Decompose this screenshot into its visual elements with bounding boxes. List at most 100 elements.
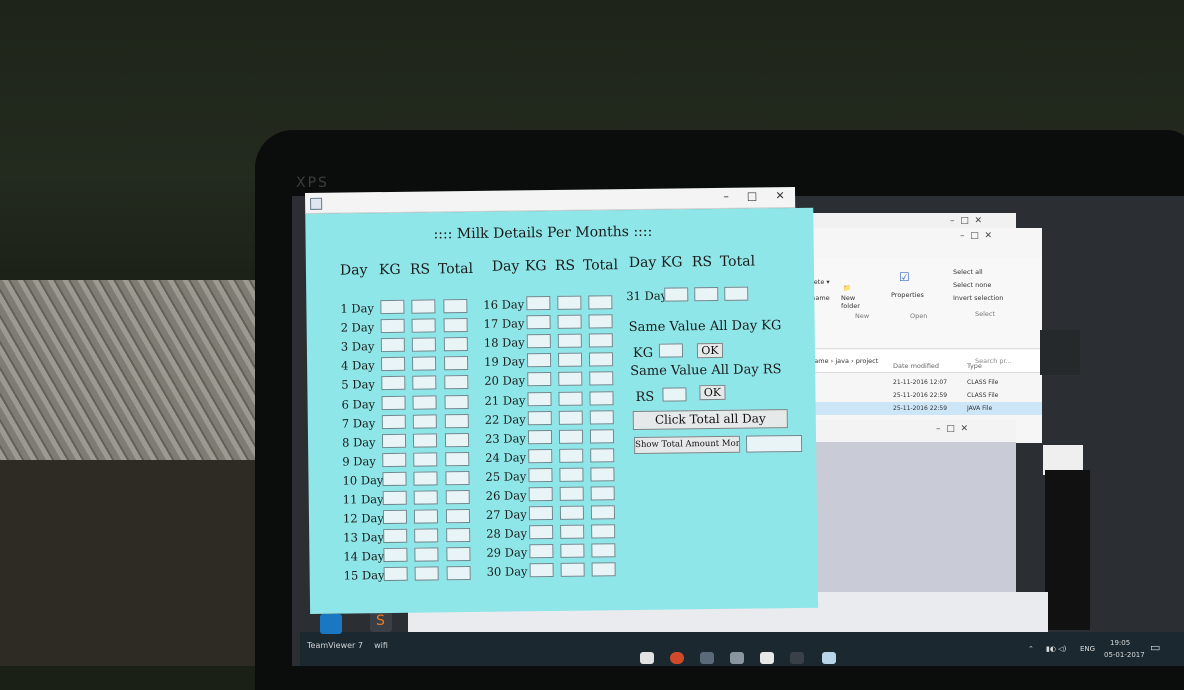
total-input[interactable]: [445, 470, 470, 486]
kg-input[interactable]: [528, 448, 553, 464]
kg-input[interactable]: [528, 486, 553, 502]
kg-input[interactable]: [381, 395, 406, 410]
kg-input[interactable]: [664, 287, 689, 302]
rs-input[interactable]: [559, 505, 585, 521]
back-window-controls[interactable]: – □ ✕: [950, 216, 982, 226]
maximize-button[interactable]: □: [739, 189, 765, 202]
total-input[interactable]: [588, 295, 613, 310]
kg-input[interactable]: [528, 506, 554, 521]
teamviewer-icon[interactable]: [320, 614, 342, 634]
click-total-all-day-button[interactable]: Click Total all Day: [632, 409, 788, 431]
kg-input[interactable]: [382, 471, 407, 486]
minimize-button[interactable]: –: [713, 190, 739, 203]
same-rs-input[interactable]: [662, 387, 687, 402]
taskbar-app-icon[interactable]: [640, 652, 654, 664]
taskbar-app-icon[interactable]: [700, 652, 714, 664]
total-input[interactable]: [444, 413, 469, 428]
rs-input[interactable]: [413, 490, 438, 505]
network-icon[interactable]: ▮◐ ◁): [1046, 645, 1066, 653]
rs-input[interactable]: [413, 509, 439, 524]
rs-input[interactable]: [558, 410, 583, 425]
kg-input[interactable]: [526, 296, 551, 311]
rs-input[interactable]: [557, 314, 582, 330]
kg-input[interactable]: [529, 525, 554, 540]
rs-input[interactable]: [558, 429, 584, 444]
tray-chevron-icon[interactable]: ⌃: [1028, 645, 1034, 653]
properties-button[interactable]: Properties: [891, 291, 924, 299]
file-row[interactable]: 25-11-2016 22:59 CLASS File: [805, 389, 1042, 402]
kg-input[interactable]: [528, 467, 553, 483]
total-input[interactable]: [591, 524, 616, 539]
date-modified-header[interactable]: Date modified: [893, 362, 939, 370]
rs-input[interactable]: [557, 333, 582, 349]
taskbar-app-icon[interactable]: [730, 652, 744, 664]
rs-input[interactable]: [557, 295, 582, 310]
rs-input[interactable]: [694, 286, 719, 302]
close-button[interactable]: ✕: [767, 189, 793, 202]
total-input[interactable]: [588, 314, 613, 329]
rs-input[interactable]: [412, 375, 437, 391]
total-input[interactable]: [590, 467, 615, 482]
kg-input[interactable]: [382, 509, 408, 525]
rs-input[interactable]: [412, 394, 437, 410]
rs-input[interactable]: [557, 352, 583, 368]
kg-input[interactable]: [527, 372, 552, 387]
kg-input[interactable]: [381, 376, 406, 391]
kg-input[interactable]: [527, 391, 552, 406]
kg-input[interactable]: [381, 414, 406, 429]
total-input[interactable]: [443, 318, 468, 333]
total-input[interactable]: [589, 390, 614, 406]
invert-selection-button[interactable]: Invert selection: [953, 294, 1003, 302]
kg-input[interactable]: [527, 429, 553, 444]
total-input[interactable]: [445, 451, 470, 467]
total-amount-months-output[interactable]: [745, 434, 803, 453]
kg-input[interactable]: [380, 337, 405, 353]
rs-input[interactable]: [412, 433, 438, 448]
taskbar-app-icon[interactable]: [760, 652, 774, 664]
kg-input[interactable]: [383, 528, 408, 544]
language-indicator[interactable]: ENG: [1080, 645, 1095, 653]
rs-input[interactable]: [411, 318, 436, 333]
total-input[interactable]: [589, 371, 614, 386]
type-header[interactable]: Type: [967, 362, 982, 370]
rs-input[interactable]: [412, 356, 437, 372]
total-input[interactable]: [443, 337, 468, 352]
terminal-icon[interactable]: [790, 652, 804, 664]
total-input[interactable]: [444, 432, 470, 447]
total-input[interactable]: [443, 299, 468, 314]
clock-time[interactable]: 19:05: [1110, 639, 1130, 647]
wifi-app-icon[interactable]: S: [370, 612, 392, 632]
rs-input[interactable]: [411, 299, 436, 314]
notification-icon[interactable]: ▭: [1150, 641, 1160, 654]
total-input[interactable]: [446, 566, 471, 581]
kg-input[interactable]: [380, 318, 405, 334]
rs-input[interactable]: [414, 566, 439, 582]
total-input[interactable]: [591, 562, 616, 577]
rs-input[interactable]: [414, 547, 439, 562]
kg-input[interactable]: [381, 357, 406, 372]
same-kg-input[interactable]: [658, 343, 684, 358]
total-input[interactable]: [444, 394, 469, 409]
total-input[interactable]: [589, 409, 614, 425]
kg-input[interactable]: [526, 353, 552, 368]
total-input[interactable]: [590, 448, 615, 463]
kg-input[interactable]: [529, 563, 554, 578]
editor-window-controls[interactable]: – □ ✕: [936, 424, 968, 434]
rs-input[interactable]: [414, 528, 439, 543]
ok-kg-button[interactable]: OK: [696, 342, 724, 359]
rs-input[interactable]: [558, 391, 583, 406]
total-input[interactable]: [445, 509, 471, 524]
explorer-window-controls[interactable]: – □ ✕: [960, 231, 992, 241]
clock-date[interactable]: 05-01-2017: [1104, 651, 1145, 659]
rs-input[interactable]: [411, 337, 436, 352]
total-input[interactable]: [590, 486, 615, 501]
file-row-selected[interactable]: 25-11-2016 22:59 JAVA File: [805, 402, 1042, 415]
total-input[interactable]: [724, 286, 749, 301]
rs-input[interactable]: [559, 486, 584, 501]
show-total-amount-months-button[interactable]: Show Total Amount Months: [634, 435, 741, 454]
total-input[interactable]: [588, 333, 613, 348]
kg-input[interactable]: [527, 410, 552, 425]
kg-input[interactable]: [383, 548, 408, 563]
rs-input[interactable]: [559, 467, 584, 482]
ok-rs-button[interactable]: OK: [699, 384, 726, 401]
